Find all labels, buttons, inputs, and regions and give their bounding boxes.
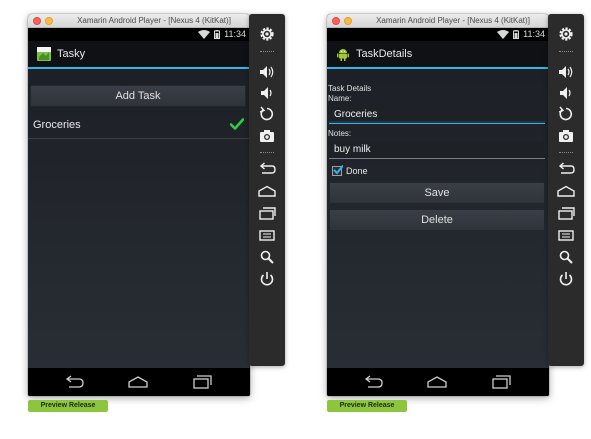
tasky-app-icon <box>37 47 51 61</box>
navigation-bar <box>327 368 549 396</box>
section-label: Task Details <box>328 84 372 93</box>
navigation-bar <box>28 368 250 396</box>
power-icon[interactable] <box>555 270 577 288</box>
notes-label: Notes: <box>328 129 352 138</box>
rotate-icon[interactable] <box>555 105 577 123</box>
status-bar: 11:34 <box>28 28 250 41</box>
emulator-window-tasky: Xamarin Android Player - [Nexus 4 (KitKa… <box>28 14 250 396</box>
add-task-button[interactable]: Add Task <box>30 85 246 107</box>
close-window-button[interactable] <box>332 17 340 25</box>
window-titlebar[interactable]: Xamarin Android Player - [Nexus 4 (KitKa… <box>327 14 549 28</box>
notes-input-value: buy milk <box>334 144 371 155</box>
done-label: Done <box>346 166 368 176</box>
battery-icon <box>214 30 220 39</box>
check-icon <box>230 118 244 130</box>
checkmark-icon <box>333 165 343 175</box>
recent-apps-icon[interactable] <box>555 204 577 222</box>
window-title: Xamarin Android Player - [Nexus 4 (KitKa… <box>376 16 530 25</box>
status-time: 11:34 <box>224 29 246 39</box>
preview-release-badge: Preview Release <box>28 400 108 412</box>
app-title: Tasky <box>57 48 86 60</box>
minimize-window-button[interactable] <box>344 17 352 25</box>
back-icon[interactable] <box>63 374 85 390</box>
wifi-icon <box>497 30 509 39</box>
sidebar-separator <box>559 51 573 52</box>
wifi-icon <box>198 30 210 39</box>
emulator-sidebar <box>548 14 584 366</box>
delete-button[interactable]: Delete <box>329 209 545 231</box>
camera-icon[interactable] <box>256 127 278 145</box>
emulator-sidebar <box>249 14 285 366</box>
camera-icon[interactable] <box>555 127 577 145</box>
task-list-item[interactable]: Groceries <box>28 111 250 139</box>
save-button[interactable]: Save <box>329 182 545 204</box>
back-icon[interactable] <box>555 160 577 178</box>
home-icon[interactable] <box>256 182 278 200</box>
search-icon[interactable] <box>555 248 577 266</box>
minimize-window-button[interactable] <box>45 17 53 25</box>
menu-icon[interactable] <box>555 226 577 244</box>
rotate-icon[interactable] <box>256 105 278 123</box>
volume-up-icon[interactable] <box>555 63 577 81</box>
recent-apps-icon[interactable] <box>490 374 512 390</box>
android-app-icon <box>337 49 349 61</box>
status-time: 11:34 <box>523 29 545 39</box>
window-title: Xamarin Android Player - [Nexus 4 (KitKa… <box>77 16 231 25</box>
home-icon[interactable] <box>426 374 448 390</box>
volume-up-icon[interactable] <box>256 63 278 81</box>
volume-down-icon[interactable] <box>555 84 577 102</box>
name-input-value: Groceries <box>334 109 378 120</box>
status-bar: 11:34 <box>327 28 549 41</box>
menu-icon[interactable] <box>256 226 278 244</box>
sidebar-separator <box>260 51 274 52</box>
recent-apps-icon[interactable] <box>191 374 213 390</box>
home-icon[interactable] <box>127 374 149 390</box>
name-label: Name: <box>328 94 352 103</box>
close-window-button[interactable] <box>33 17 41 25</box>
window-titlebar[interactable]: Xamarin Android Player - [Nexus 4 (KitKa… <box>28 14 250 28</box>
name-input[interactable]: Groceries <box>329 106 545 124</box>
app-title: TaskDetails <box>356 48 413 60</box>
device-screen: 11:34 Tasky Add Task Groceries <box>28 28 250 396</box>
settings-icon[interactable] <box>555 25 577 43</box>
recent-apps-icon[interactable] <box>256 204 278 222</box>
search-icon[interactable] <box>256 248 278 266</box>
emulator-window-taskdetails: Xamarin Android Player - [Nexus 4 (KitKa… <box>327 14 549 396</box>
sidebar-separator <box>559 152 573 153</box>
power-icon[interactable] <box>256 270 278 288</box>
action-bar: TaskDetails <box>327 41 549 69</box>
sidebar-separator <box>260 152 274 153</box>
device-screen: 11:34 TaskDetails Task Details Name: Gro… <box>327 28 549 396</box>
volume-down-icon[interactable] <box>256 84 278 102</box>
back-icon[interactable] <box>256 160 278 178</box>
battery-icon <box>513 30 519 39</box>
back-icon[interactable] <box>362 374 384 390</box>
done-checkbox[interactable] <box>332 165 343 176</box>
settings-icon[interactable] <box>256 25 278 43</box>
preview-release-badge: Preview Release <box>327 400 407 412</box>
home-icon[interactable] <box>555 182 577 200</box>
task-name: Groceries <box>33 119 81 131</box>
notes-input[interactable]: buy milk <box>329 141 545 159</box>
action-bar: Tasky <box>28 41 250 69</box>
